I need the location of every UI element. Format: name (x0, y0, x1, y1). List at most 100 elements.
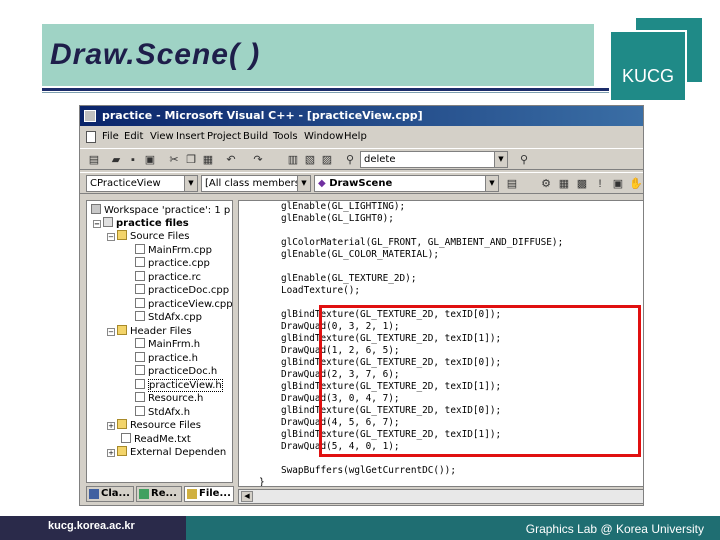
menu-view[interactable]: View (150, 131, 174, 142)
find-in-files-icon[interactable]: ⚲ (342, 152, 358, 168)
undo-icon[interactable]: ↶ (223, 152, 239, 168)
tree-item-file[interactable]: MainFrm.cpp (135, 244, 212, 257)
menu-tools[interactable]: Tools (273, 131, 298, 142)
cut-icon[interactable]: ✂ (166, 152, 182, 168)
menu-edit[interactable]: Edit (124, 131, 143, 142)
code-line: glEnable(GL_LIGHTING); (281, 201, 406, 212)
collapse-icon[interactable]: − (107, 233, 115, 241)
stop-build-icon[interactable]: ▩ (574, 176, 590, 192)
chevron-down-icon[interactable]: ▼ (184, 176, 197, 191)
tree-item-file[interactable]: StdAfx.h (135, 406, 190, 419)
file-icon (135, 284, 145, 294)
tree-item-project[interactable]: − practice files (93, 217, 189, 230)
compile-icon[interactable]: ⚙ (538, 176, 554, 192)
folder-icon (117, 446, 127, 456)
app-icon[interactable] (84, 110, 96, 122)
class-combo[interactable]: CPracticeView ▼ (86, 175, 198, 192)
open-folder-icon[interactable]: ▰ (108, 152, 124, 168)
member-combo-value: DrawScene (329, 178, 393, 189)
paste-icon[interactable]: ▦ (200, 152, 216, 168)
folder-icon (117, 325, 127, 335)
window-list-icon[interactable]: ▨ (319, 152, 335, 168)
file-icon (135, 392, 145, 402)
code-line: glEnable(GL_COLOR_MATERIAL); (281, 249, 440, 260)
tree-item-file[interactable]: practice.rc (135, 271, 201, 284)
file-icon (135, 311, 145, 321)
title-divider (42, 88, 687, 91)
document-icon[interactable] (86, 131, 96, 143)
member-combo[interactable]: ◆ DrawScene ▼ (314, 175, 499, 192)
collapse-icon[interactable]: − (93, 220, 101, 228)
tree-item-file[interactable]: practiceDoc.h (135, 365, 217, 378)
code-line: LoadTexture(); (281, 285, 361, 296)
title-divider-thin (42, 92, 687, 93)
tree-item-workspace[interactable]: Workspace 'practice': 1 p (91, 204, 230, 217)
folder-icon (117, 230, 127, 240)
standard-toolbar: ▤ ▰ ▪ ▣ ✂ ❐ ▦ ↶ ↷ ▥ ▧ ▨ ⚲ delete ▼ ⚲ (80, 148, 643, 170)
menu-file[interactable]: File (102, 131, 119, 142)
menu-project[interactable]: Project (207, 131, 241, 142)
code-line: glEnable(GL_TEXTURE_2D); (281, 273, 417, 284)
footer-left-band: kucg.korea.ac.kr (0, 516, 186, 540)
tree-item-file[interactable]: MainFrm.h (135, 338, 200, 351)
window-titlebar[interactable]: practice - Microsoft Visual C++ - [pract… (80, 106, 643, 126)
expand-icon[interactable]: + (107, 422, 115, 430)
build-icon[interactable]: ▦ (556, 176, 572, 192)
tab-file-view[interactable]: File... (184, 486, 234, 502)
find-combo-value: delete (364, 154, 396, 165)
tree-item-file-selected[interactable]: practiceView.h (135, 379, 223, 392)
collapse-icon[interactable]: − (107, 328, 115, 336)
tree-item-file[interactable]: practiceDoc.cpp (135, 284, 229, 297)
execute-icon[interactable]: ! (592, 176, 608, 192)
editor-horizontal-scrollbar[interactable]: ◀ (238, 489, 643, 504)
menu-help[interactable]: Help (344, 131, 367, 142)
code-line: SwapBuffers(wglGetCurrentDC()); (281, 465, 456, 476)
tree-item-external-dependencies[interactable]: + External Dependen (107, 446, 226, 459)
find-icon[interactable]: ⚲ (516, 152, 532, 168)
method-icon: ◆ (318, 178, 326, 189)
tree-item-file[interactable]: Resource.h (135, 392, 203, 405)
wizard-action-icon[interactable]: ▤ (504, 176, 520, 192)
filter-combo[interactable]: [All class members] ▼ (201, 175, 311, 192)
workspace-icon[interactable]: ▥ (285, 152, 301, 168)
chevron-down-icon[interactable]: ▼ (297, 176, 310, 191)
tree-item-file[interactable]: practice.h (135, 352, 198, 365)
code-line: glColorMaterial(GL_FRONT, GL_AMBIENT_AND… (281, 237, 564, 248)
tree-item-source-files[interactable]: − Source Files (107, 230, 189, 243)
breakpoint-icon[interactable]: ✋ (628, 176, 643, 192)
expand-icon[interactable]: + (107, 449, 115, 457)
file-icon (135, 244, 145, 254)
tree-item-file[interactable]: practice.cpp (135, 257, 210, 270)
file-icon (135, 271, 145, 281)
scroll-left-icon[interactable]: ◀ (241, 491, 253, 502)
footer-credit: Graphics Lab @ Korea University (525, 522, 704, 536)
code-editor[interactable]: glEnable(GL_LIGHTING); glEnable(GL_LIGHT… (238, 200, 643, 487)
output-icon[interactable]: ▧ (302, 152, 318, 168)
tree-item-file[interactable]: practiceView.cpp (135, 298, 232, 311)
copy-icon[interactable]: ❐ (183, 152, 199, 168)
tree-item-resource-files[interactable]: + Resource Files (107, 419, 201, 432)
tree-item-file[interactable]: ReadMe.txt (121, 433, 191, 446)
tree-item-header-files[interactable]: − Header Files (107, 325, 192, 338)
go-icon[interactable]: ▣ (610, 176, 626, 192)
slide-footer: kucg.korea.ac.kr Graphics Lab @ Korea Un… (0, 516, 720, 540)
window-title: practice - Microsoft Visual C++ - [pract… (102, 109, 423, 122)
resource-view-icon (139, 489, 149, 499)
workspace-tabs: Cla... Re... File... (86, 485, 236, 503)
chevron-down-icon[interactable]: ▼ (485, 176, 498, 191)
chevron-down-icon[interactable]: ▼ (494, 152, 507, 167)
tab-class-view[interactable]: Cla... (86, 486, 134, 502)
new-file-icon[interactable]: ▤ (86, 152, 102, 168)
find-combo[interactable]: delete ▼ (360, 151, 508, 168)
menu-build[interactable]: Build (243, 131, 268, 142)
save-icon[interactable]: ▪ (125, 152, 141, 168)
filter-combo-value: [All class members] (205, 178, 304, 189)
menu-insert[interactable]: Insert (176, 131, 205, 142)
menu-bar: File Edit View Insert Project Build Tool… (80, 128, 643, 146)
redo-icon[interactable]: ↷ (250, 152, 266, 168)
tree-item-file[interactable]: StdAfx.cpp (135, 311, 202, 324)
save-all-icon[interactable]: ▣ (142, 152, 158, 168)
menu-window[interactable]: Window (304, 131, 343, 142)
tab-resource-view[interactable]: Re... (136, 486, 182, 502)
file-icon (135, 352, 145, 362)
